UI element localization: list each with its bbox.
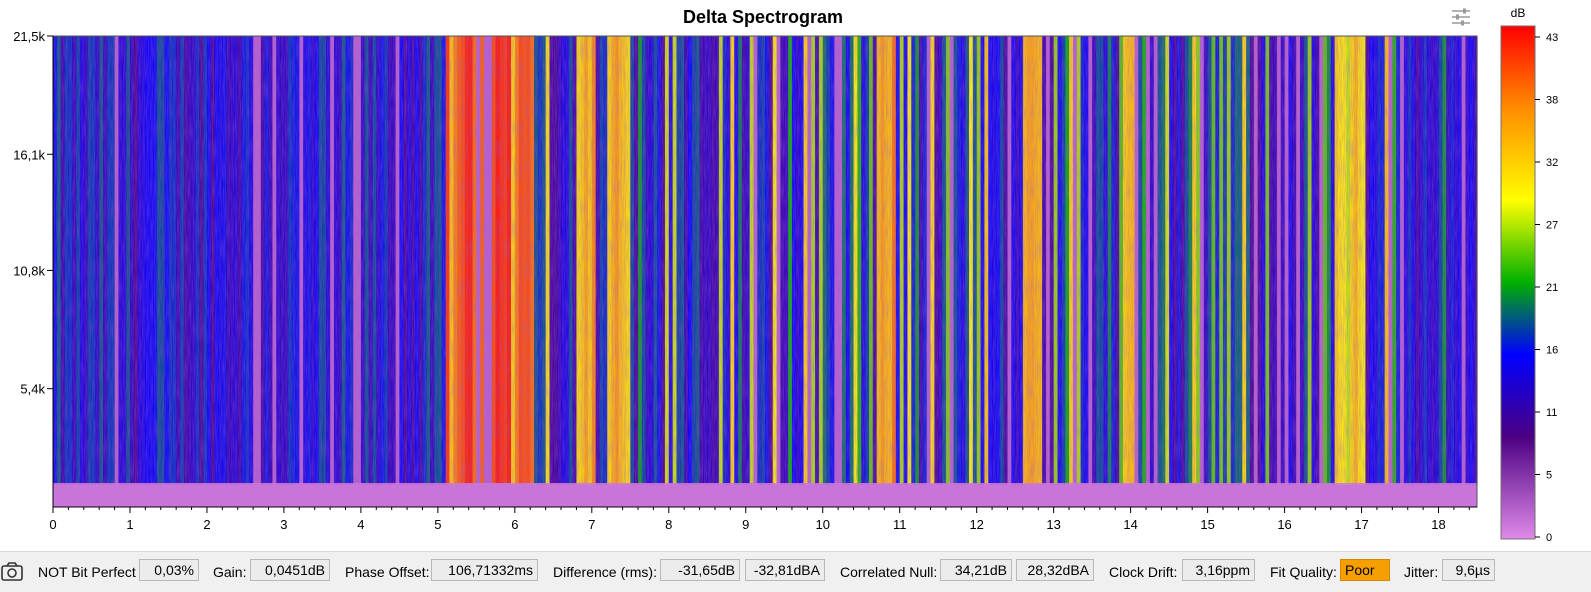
correlated-null-dba-value: 28,32dBA xyxy=(1016,559,1094,581)
y-tick-label: 21,5k xyxy=(13,29,45,44)
status-bar: NOT Bit Perfect 0,03% Gain: 0,0451dB Pha… xyxy=(0,551,1591,592)
bit-perfect-label: NOT Bit Perfect xyxy=(38,564,136,580)
x-tick-label: 18 xyxy=(1431,517,1445,532)
x-tick-label: 6 xyxy=(511,517,518,532)
x-tick-label: 10 xyxy=(815,517,829,532)
x-tick-label: 11 xyxy=(893,517,907,532)
x-tick-label: 5 xyxy=(434,517,441,532)
x-tick-label: 12 xyxy=(969,517,983,532)
x-tick-label: 15 xyxy=(1200,517,1214,532)
colorbar-tick-label: 16 xyxy=(1546,345,1558,357)
noise-texture xyxy=(53,36,1477,507)
bit-perfect-value: 0,03% xyxy=(139,559,199,581)
gain-value: 0,0451dB xyxy=(250,559,330,581)
sliders-icon[interactable] xyxy=(1452,8,1470,26)
x-tick-label: 3 xyxy=(280,517,287,532)
clock-drift-value: 3,16ppm xyxy=(1182,559,1255,581)
gain-label: Gain: xyxy=(213,564,247,580)
y-axis: 21,5k 16,1k 10,8k 5,4k xyxy=(13,29,54,507)
noise-floor-band xyxy=(53,483,1477,507)
jitter-label: Jitter: xyxy=(1404,564,1439,580)
jitter-value: 9,6µs xyxy=(1442,559,1495,581)
x-tick-label: 7 xyxy=(588,517,595,532)
colorbar-tick-label: 43 xyxy=(1546,32,1558,44)
y-tick-label: 16,1k xyxy=(13,147,45,162)
correlated-null-db-value: 34,21dB xyxy=(940,559,1012,581)
fit-quality-value: Poor xyxy=(1340,559,1390,581)
x-tick-label: 0 xyxy=(49,517,56,532)
x-tick-label: 17 xyxy=(1354,517,1368,532)
x-tick-label: 9 xyxy=(742,517,749,532)
colorbar-tick-label: 38 xyxy=(1546,95,1558,107)
colorbar-label: dB xyxy=(1511,6,1526,20)
chart-title: Delta Spectrogram xyxy=(683,7,843,27)
phase-offset-value: 106,71332ms xyxy=(431,559,538,581)
spectrogram-chart: Delta Spectrogram 0 1 2 3 4 5 6 7 8 9 10 11 12 13 14 15… xyxy=(13,6,1558,544)
y-tick-label: 10,8k xyxy=(13,263,45,278)
correlated-null-label: Correlated Null: xyxy=(840,564,938,580)
difference-label: Difference (rms): xyxy=(553,564,657,580)
x-tick-label: 14 xyxy=(1123,517,1137,532)
y-tick-label: 5,4k xyxy=(20,382,45,397)
colorbar-tick-label: 27 xyxy=(1546,220,1558,232)
fit-quality-label: Fit Quality: xyxy=(1270,564,1337,580)
colorbar: dB 43 38 32 27 21 16 11 5 0 xyxy=(1500,6,1558,544)
clock-drift-label: Clock Drift: xyxy=(1109,564,1178,580)
x-tick-label: 13 xyxy=(1046,517,1060,532)
colorbar-tick-label: 0 xyxy=(1546,532,1552,544)
phase-offset-label: Phase Offset: xyxy=(345,564,430,580)
x-axis: 0 1 2 3 4 5 6 7 8 9 10 11 12 13 14 15 16 17 18 xyxy=(49,506,1477,532)
difference-dba-value: -32,81dBA xyxy=(745,559,825,581)
colorbar-tick-label: 11 xyxy=(1546,407,1557,419)
difference-db-value: -31,65dB xyxy=(660,559,740,581)
x-tick-label: 2 xyxy=(203,517,210,532)
x-tick-label: 1 xyxy=(126,517,133,532)
camera-icon[interactable] xyxy=(0,559,24,583)
colorbar-tick-label: 5 xyxy=(1546,470,1552,482)
x-tick-label: 16 xyxy=(1277,517,1291,532)
colorbar-tick-label: 21 xyxy=(1546,282,1558,294)
colorbar-tick-label: 32 xyxy=(1546,157,1558,169)
plot-area xyxy=(52,35,1478,508)
x-tick-label: 8 xyxy=(665,517,672,532)
x-tick-label: 4 xyxy=(357,517,364,532)
